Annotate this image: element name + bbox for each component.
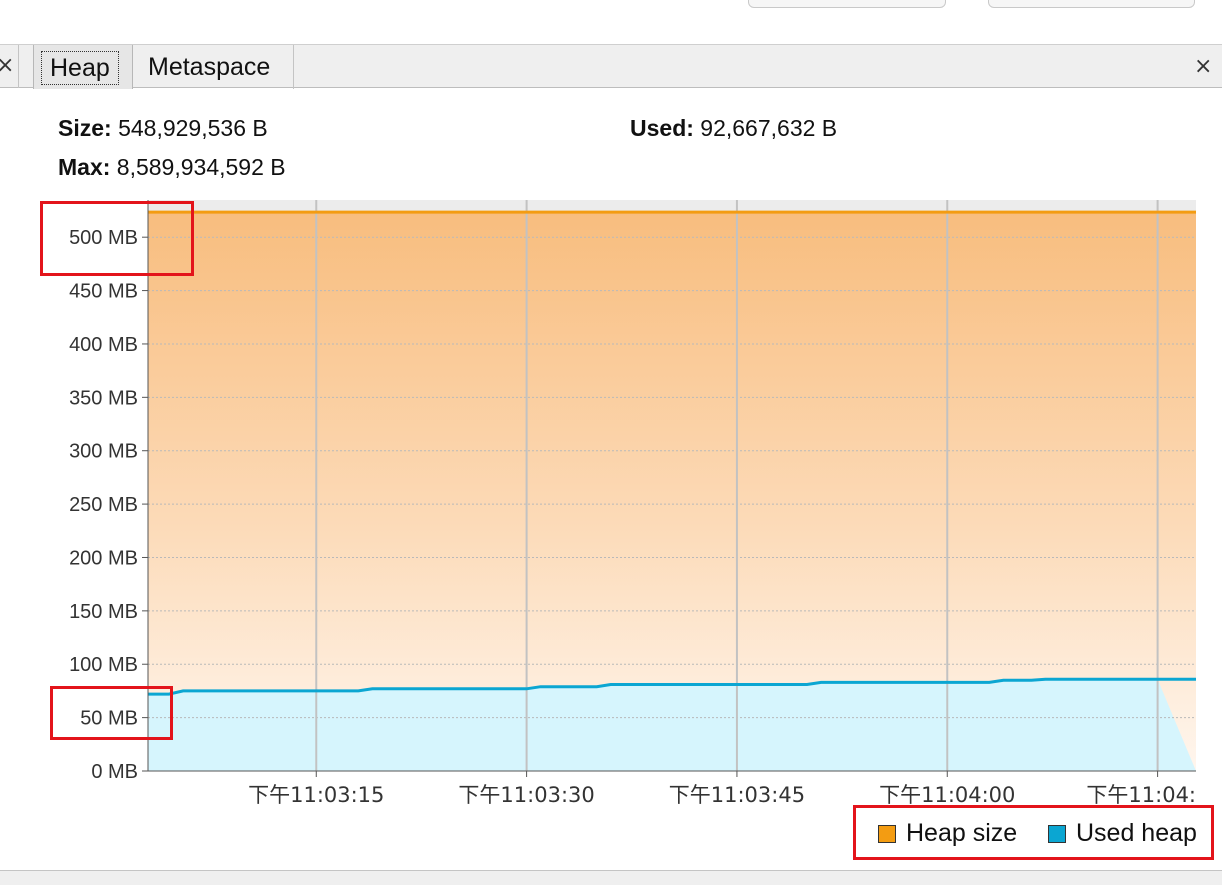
y-tick-label: 350 MB (69, 387, 138, 409)
used-heap-area (148, 679, 1196, 771)
x-tick-label: 下午11:03:30 (458, 783, 594, 807)
bottom-bar (0, 870, 1222, 885)
top-strip (0, 0, 1222, 44)
heap-size-swatch (878, 825, 896, 843)
y-tick-label: 250 MB (69, 494, 138, 516)
y-tick-label: 400 MB (69, 334, 138, 356)
x-tick-label: 下午11:03:45 (669, 783, 805, 807)
legend-heap-size: Heap size (906, 819, 1018, 847)
x-tick-label: 下午11:04:00 (879, 783, 1015, 807)
max-value: 8,589,934,592 B (116, 154, 286, 180)
tab-heap[interactable]: Heap (33, 45, 133, 89)
max-label: Max: (58, 154, 111, 180)
y-tick-label: 300 MB (69, 441, 138, 463)
tab-heap-label: Heap (41, 51, 119, 85)
tab-bar: × Heap Metaspace × (0, 44, 1222, 89)
highlight-box-500mb (40, 201, 194, 276)
x-tick-label: 下午11:04: (1086, 783, 1196, 807)
tab-metaspace[interactable]: Metaspace (134, 45, 294, 89)
highlight-box-50mb (50, 686, 173, 740)
y-tick-label: 0 MB (91, 761, 138, 783)
used-label: Used: (630, 115, 694, 141)
legend-used-heap: Used heap (1076, 819, 1197, 847)
used-value: 92,667,632 B (700, 115, 838, 141)
y-tick-label: 200 MB (69, 547, 138, 569)
close-icon[interactable]: × (1194, 54, 1212, 79)
x-tick-label: 下午11:03:15 (248, 783, 384, 807)
used-info: Used: 92,667,632 B (630, 114, 837, 142)
toolbar-button[interactable] (988, 0, 1195, 8)
y-tick-label: 150 MB (69, 601, 138, 623)
toolbar-button[interactable] (748, 0, 946, 8)
tab-metaspace-label: Metaspace (148, 53, 271, 81)
size-value: 548,929,536 B (118, 115, 268, 141)
close-icon[interactable]: × (0, 53, 14, 78)
chart-legend: Heap size Used heap (853, 805, 1214, 860)
size-label: Size: (58, 115, 112, 141)
used-heap-swatch (1048, 825, 1066, 843)
divider (18, 45, 19, 88)
max-info: Max: 8,589,934,592 B (58, 153, 286, 181)
size-info: Size: 548,929,536 B (58, 114, 268, 142)
heap-chart: 0 MB50 MB100 MB150 MB200 MB250 MB300 MB3… (69, 200, 1196, 807)
y-tick-label: 100 MB (69, 654, 138, 676)
y-tick-label: 450 MB (69, 281, 138, 303)
